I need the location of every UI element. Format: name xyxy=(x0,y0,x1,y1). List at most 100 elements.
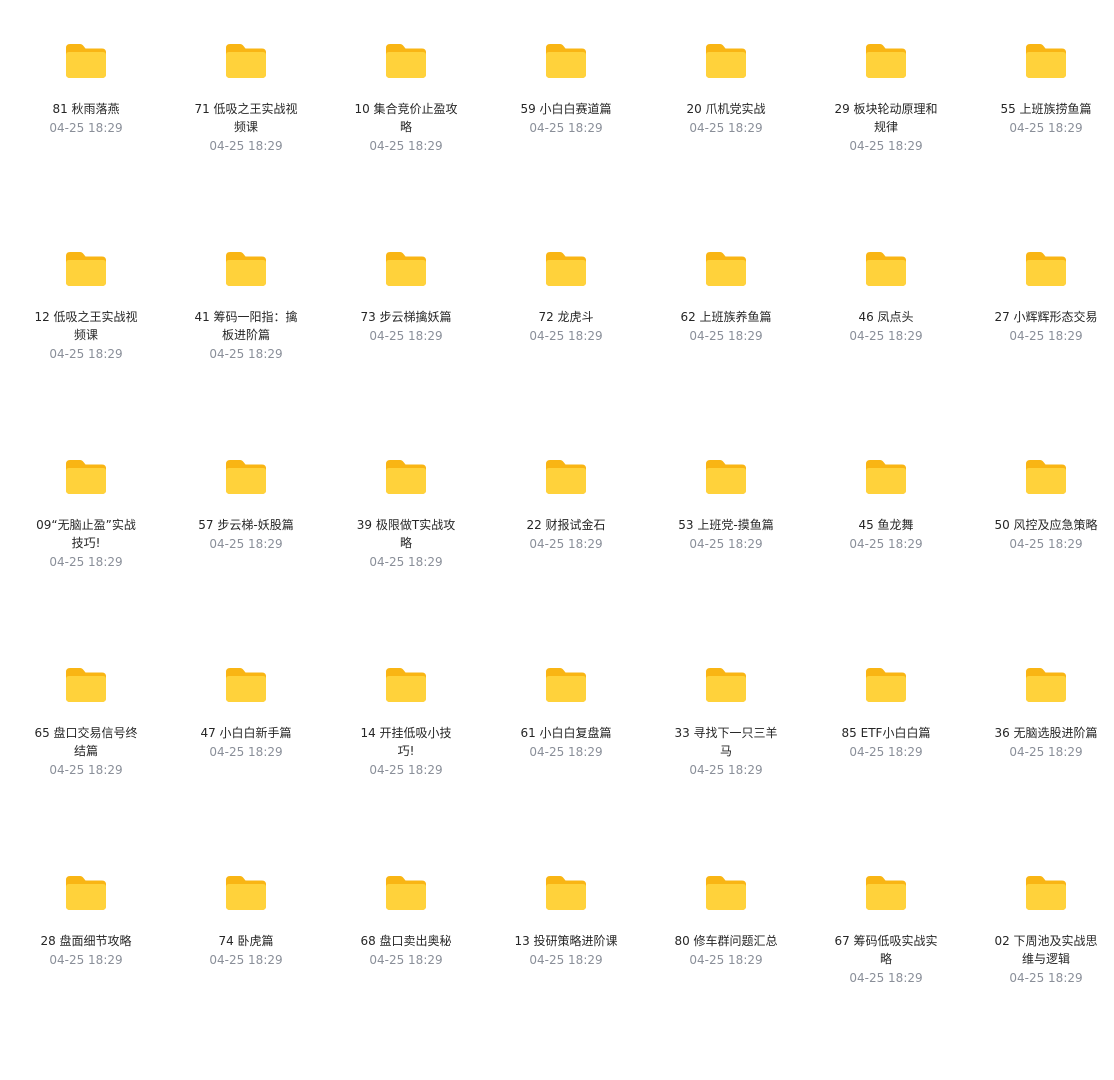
folder-item[interactable]: 47 小白白新手篇 04-25 18:29 xyxy=(166,664,326,872)
folder-date: 04-25 18:29 xyxy=(369,329,443,343)
folder-name: 50 风控及应急策略 xyxy=(994,518,1098,532)
folder-date: 04-25 18:29 xyxy=(689,763,763,777)
folder-date: 04-25 18:29 xyxy=(49,121,123,135)
folder-item[interactable]: 81 秋雨落燕 04-25 18:29 xyxy=(6,40,166,248)
folder-icon xyxy=(546,876,586,910)
folder-item[interactable]: 80 修车群问题汇总 04-25 18:29 xyxy=(646,872,806,1080)
folder-date: 04-25 18:29 xyxy=(1009,745,1083,759)
folder-item[interactable]: 36 无脑选股进阶篇 04-25 18:29 xyxy=(966,664,1114,872)
folder-icon xyxy=(866,876,906,910)
folder-item[interactable]: 12 低吸之王实战视频课 04-25 18:29 xyxy=(6,248,166,456)
folder-item[interactable]: 68 盘口卖出奥秘 04-25 18:29 xyxy=(326,872,486,1080)
folder-icon xyxy=(706,44,746,78)
folder-date: 04-25 18:29 xyxy=(209,745,283,759)
folder-item[interactable]: 50 风控及应急策略 04-25 18:29 xyxy=(966,456,1114,664)
folder-item[interactable]: 10 集合竞价止盈攻略 04-25 18:29 xyxy=(326,40,486,248)
folder-name: 29 板块轮动原理和规律 xyxy=(834,102,938,134)
folder-name: 45 鱼龙舞 xyxy=(858,518,914,532)
folder-date: 04-25 18:29 xyxy=(689,953,763,967)
folder-item[interactable]: 85 ETF小白白篇 04-25 18:29 xyxy=(806,664,966,872)
folder-name: 74 卧虎篇 xyxy=(218,934,274,948)
folder-item[interactable]: 45 鱼龙舞 04-25 18:29 xyxy=(806,456,966,664)
folder-item[interactable]: 62 上班族养鱼篇 04-25 18:29 xyxy=(646,248,806,456)
folder-name: 62 上班族养鱼篇 xyxy=(680,310,772,324)
folder-item[interactable]: 55 上班族捞鱼篇 04-25 18:29 xyxy=(966,40,1114,248)
folder-item[interactable]: 61 小白白复盘篇 04-25 18:29 xyxy=(486,664,646,872)
folder-date: 04-25 18:29 xyxy=(1009,329,1083,343)
folder-name: 10 集合竞价止盈攻略 xyxy=(354,102,458,134)
folder-icon xyxy=(546,668,586,702)
folder-item[interactable]: 41 筹码一阳指：擒板进阶篇 04-25 18:29 xyxy=(166,248,326,456)
folder-icon xyxy=(386,876,426,910)
folder-item[interactable]: 14 开挂低吸小技巧! 04-25 18:29 xyxy=(326,664,486,872)
folder-name: 22 财报试金石 xyxy=(526,518,606,532)
folder-icon xyxy=(226,668,266,702)
folder-item[interactable]: 22 财报试金石 04-25 18:29 xyxy=(486,456,646,664)
folder-icon xyxy=(1026,668,1066,702)
folder-date: 04-25 18:29 xyxy=(369,555,443,569)
folder-item[interactable]: 72 龙虎斗 04-25 18:29 xyxy=(486,248,646,456)
folder-date: 04-25 18:29 xyxy=(849,745,923,759)
folder-item[interactable]: 53 上班党-摸鱼篇 04-25 18:29 xyxy=(646,456,806,664)
folder-name: 20 爪机党实战 xyxy=(686,102,766,116)
folder-item[interactable]: 59 小白白赛道篇 04-25 18:29 xyxy=(486,40,646,248)
folder-name: 55 上班族捞鱼篇 xyxy=(1000,102,1092,116)
folder-item[interactable]: 65 盘口交易信号终结篇 04-25 18:29 xyxy=(6,664,166,872)
folder-icon xyxy=(226,44,266,78)
folder-icon xyxy=(66,252,106,286)
folder-date: 04-25 18:29 xyxy=(369,763,443,777)
folder-item[interactable]: 39 极限做T实战攻略 04-25 18:29 xyxy=(326,456,486,664)
folder-icon xyxy=(66,460,106,494)
folder-name: 36 无脑选股进阶篇 xyxy=(994,726,1098,740)
folder-name: 71 低吸之王实战视频课 xyxy=(194,102,298,134)
folder-name: 47 小白白新手篇 xyxy=(200,726,292,740)
folder-item[interactable]: 02 下周池及实战思维与逻辑 04-25 18:29 xyxy=(966,872,1114,1080)
folder-icon xyxy=(1026,460,1066,494)
folder-name: 61 小白白复盘篇 xyxy=(520,726,612,740)
folder-item[interactable]: 73 步云梯擒妖篇 04-25 18:29 xyxy=(326,248,486,456)
folder-item[interactable]: 46 凤点头 04-25 18:29 xyxy=(806,248,966,456)
folder-name: 28 盘面细节攻略 xyxy=(40,934,132,948)
folder-icon xyxy=(866,460,906,494)
folder-name: 80 修车群问题汇总 xyxy=(674,934,778,948)
folder-date: 04-25 18:29 xyxy=(529,953,603,967)
folder-icon xyxy=(866,252,906,286)
folder-item[interactable]: 27 小辉辉形态交易 04-25 18:29 xyxy=(966,248,1114,456)
folder-name: 13 投研策略进阶课 xyxy=(514,934,618,948)
folder-item[interactable]: 74 卧虎篇 04-25 18:29 xyxy=(166,872,326,1080)
folder-date: 04-25 18:29 xyxy=(369,953,443,967)
folder-item[interactable]: 57 步云梯-妖股篇 04-25 18:29 xyxy=(166,456,326,664)
folder-icon xyxy=(546,252,586,286)
folder-icon xyxy=(66,876,106,910)
folder-name: 65 盘口交易信号终结篇 xyxy=(34,726,138,758)
folder-date: 04-25 18:29 xyxy=(49,347,123,361)
folder-name: 27 小辉辉形态交易 xyxy=(994,310,1098,324)
folder-icon xyxy=(386,460,426,494)
folder-icon xyxy=(386,44,426,78)
folder-name: 59 小白白赛道篇 xyxy=(520,102,612,116)
folder-date: 04-25 18:29 xyxy=(49,953,123,967)
folder-grid: 81 秋雨落燕 04-25 18:29 71 低吸之王实战视频课 04-25 18:2… xyxy=(6,40,1114,1080)
folder-item[interactable]: 09“无脑止盈”实战技巧! 04-25 18:29 xyxy=(6,456,166,664)
folder-icon xyxy=(66,44,106,78)
folder-item[interactable]: 67 筹码低吸实战实略 04-25 18:29 xyxy=(806,872,966,1080)
folder-date: 04-25 18:29 xyxy=(209,537,283,551)
folder-date: 04-25 18:29 xyxy=(529,329,603,343)
folder-date: 04-25 18:29 xyxy=(849,537,923,551)
folder-date: 04-25 18:29 xyxy=(1009,971,1083,985)
folder-item[interactable]: 20 爪机党实战 04-25 18:29 xyxy=(646,40,806,248)
folder-name: 41 筹码一阳指：擒板进阶篇 xyxy=(194,310,298,342)
folder-name: 46 凤点头 xyxy=(858,310,914,324)
folder-item[interactable]: 28 盘面细节攻略 04-25 18:29 xyxy=(6,872,166,1080)
folder-item[interactable]: 29 板块轮动原理和规律 04-25 18:29 xyxy=(806,40,966,248)
folder-name: 67 筹码低吸实战实略 xyxy=(834,934,938,966)
folder-name: 02 下周池及实战思维与逻辑 xyxy=(994,934,1098,966)
folder-item[interactable]: 71 低吸之王实战视频课 04-25 18:29 xyxy=(166,40,326,248)
folder-date: 04-25 18:29 xyxy=(529,121,603,135)
folder-item[interactable]: 33 寻找下一只三羊马 04-25 18:29 xyxy=(646,664,806,872)
folder-name: 14 开挂低吸小技巧! xyxy=(360,726,452,758)
folder-date: 04-25 18:29 xyxy=(209,953,283,967)
folder-date: 04-25 18:29 xyxy=(529,745,603,759)
folder-item[interactable]: 13 投研策略进阶课 04-25 18:29 xyxy=(486,872,646,1080)
folder-name: 39 极限做T实战攻略 xyxy=(356,518,456,550)
